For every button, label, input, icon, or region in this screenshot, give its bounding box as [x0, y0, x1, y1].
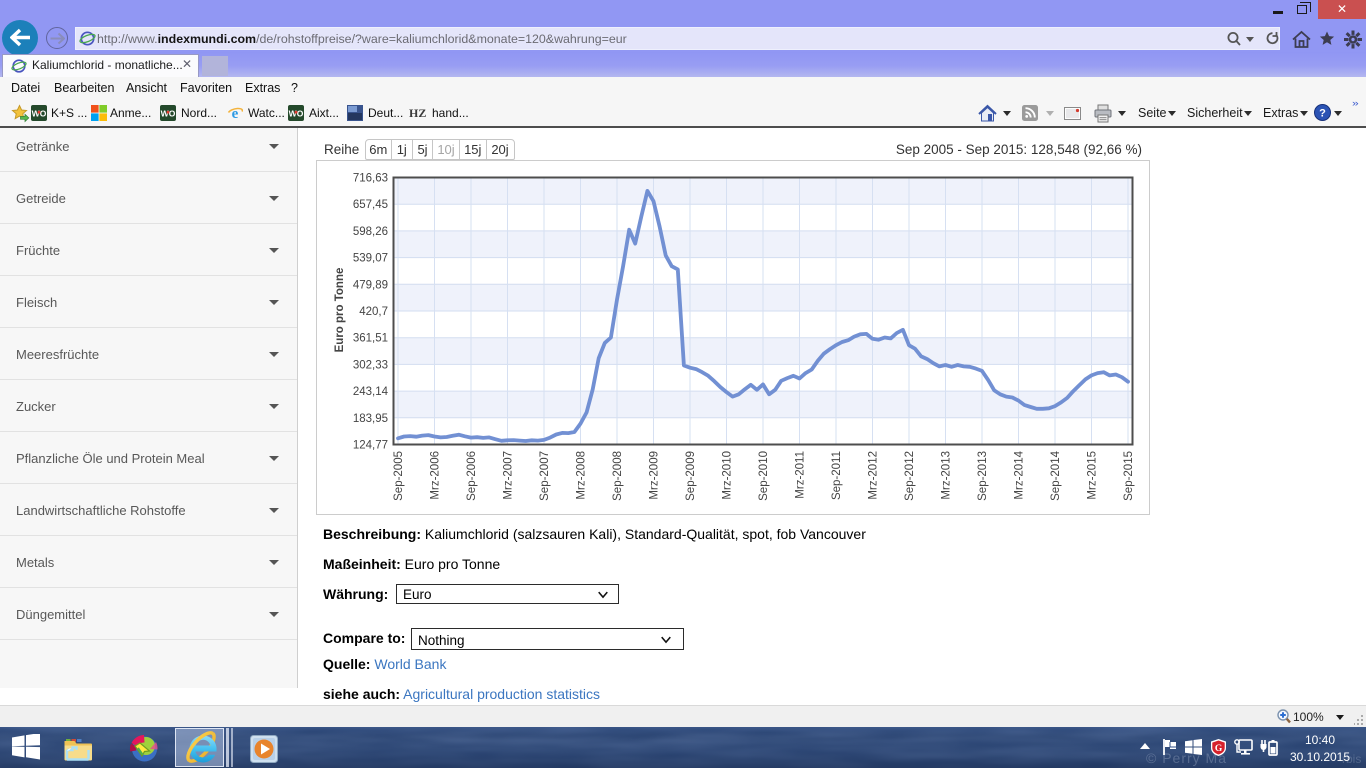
svg-text:Mrz-2015: Mrz-2015	[1087, 451, 1099, 500]
svg-text:Mrz-2013: Mrz-2013	[941, 451, 953, 500]
svg-text:Sep-2015: Sep-2015	[1123, 451, 1135, 501]
svg-text:Sep-2007: Sep-2007	[539, 451, 551, 501]
svg-text:Sep-2011: Sep-2011	[831, 451, 843, 500]
svg-text:243,14: 243,14	[353, 386, 389, 398]
svg-text:Sep-2010: Sep-2010	[758, 451, 770, 501]
svg-text:539,07: 539,07	[353, 253, 388, 265]
svg-text:Mrz-2012: Mrz-2012	[868, 451, 880, 500]
svg-text:Euro pro Tonne: Euro pro Tonne	[334, 268, 346, 353]
svg-text:Sep-2014: Sep-2014	[1050, 450, 1062, 500]
svg-text:124,77: 124,77	[353, 440, 388, 452]
svg-text:Mrz-2011: Mrz-2011	[795, 451, 807, 499]
svg-text:Sep-2013: Sep-2013	[977, 451, 989, 501]
svg-text:Sep-2006: Sep-2006	[466, 451, 478, 501]
svg-text:Sep-2005: Sep-2005	[393, 451, 405, 501]
svg-text:Mrz-2014: Mrz-2014	[1014, 450, 1026, 499]
svg-text:Mrz-2010: Mrz-2010	[722, 451, 734, 500]
svg-text:598,26: 598,26	[353, 226, 388, 238]
svg-text:?: ?	[1319, 108, 1326, 120]
svg-text:420,7: 420,7	[359, 306, 388, 318]
svg-text:361,51: 361,51	[353, 333, 388, 345]
svg-text:Mrz-2008: Mrz-2008	[576, 451, 588, 500]
svg-text:G: G	[1215, 744, 1223, 754]
svg-text:Sep-2008: Sep-2008	[612, 451, 624, 501]
svg-text:Sep-2012: Sep-2012	[904, 451, 916, 501]
svg-text:Mrz-2006: Mrz-2006	[430, 451, 442, 500]
svg-text:Mrz-2009: Mrz-2009	[649, 451, 661, 500]
svg-text:302,33: 302,33	[353, 359, 388, 371]
svg-text:479,89: 479,89	[353, 279, 388, 291]
svg-text:716,63: 716,63	[353, 173, 388, 185]
svg-text:Mrz-2007: Mrz-2007	[503, 451, 515, 500]
svg-text:183,95: 183,95	[353, 413, 388, 425]
svg-text:Sep-2009: Sep-2009	[685, 451, 697, 501]
svg-text:657,45: 657,45	[353, 199, 388, 211]
